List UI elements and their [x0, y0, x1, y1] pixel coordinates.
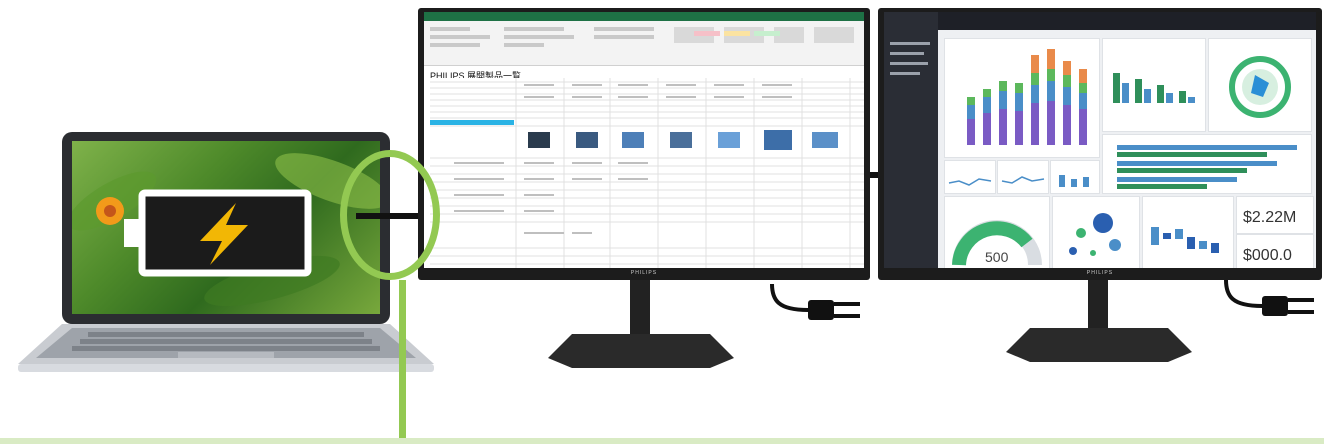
metric-value-2: $000.0: [1243, 247, 1292, 264]
stacked-bar-card: [944, 38, 1100, 158]
laptop-screen: [72, 141, 380, 314]
category-bar-chart: [1113, 73, 1195, 103]
ribbon-controls: [430, 27, 854, 47]
laptop-keyboard-base: [18, 324, 434, 372]
callout-stem: [399, 280, 406, 444]
excel-ribbon: [424, 21, 864, 66]
dashboard-window: 500 $2.22M $000.0: [884, 12, 1316, 268]
stacked-bar-chart: [967, 49, 1087, 145]
metric-card-1: $2.22M: [1236, 196, 1314, 234]
horizontal-bar-chart: [1117, 145, 1297, 189]
spreadsheet-grid: [424, 78, 864, 268]
waterfall-card: [1142, 196, 1234, 268]
radar-chart: [1229, 56, 1291, 118]
monitor-brand-right: PHILIPS: [1086, 270, 1114, 276]
excel-title-bar: [424, 12, 864, 21]
trend-card-1: [944, 160, 996, 194]
floor-highlight: [0, 438, 1324, 444]
monitor-brand-left: PHILIPS: [630, 270, 658, 276]
scatter-chart: [1069, 213, 1121, 256]
gauge-card: 500: [944, 196, 1050, 268]
dashboard-sidebar: [884, 12, 938, 268]
stand-neck-left: [630, 280, 650, 338]
excel-window: PHILIPS 展開製品一覧: [424, 12, 864, 268]
radar-card: [1208, 38, 1312, 132]
trend-card-3: [1050, 160, 1100, 194]
sidebar-nav-items: [890, 42, 930, 75]
usb-c-port-highlight-ring: [340, 150, 440, 280]
dashboard-top-bar: [938, 12, 1316, 30]
stand-base-right: [1006, 328, 1192, 362]
metric-value-1: $2.22M: [1243, 209, 1297, 226]
power-plug-icon: [1224, 279, 1314, 316]
stand-neck-right: [1088, 280, 1108, 332]
trend-card-2: [997, 160, 1049, 194]
power-plug-icon: [770, 283, 860, 320]
metric-card-2: $000.0: [1236, 234, 1314, 268]
category-bar-card: [1102, 38, 1206, 132]
horizontal-bar-card: [1102, 134, 1312, 194]
gauge-value: 500: [985, 249, 1009, 265]
battery-charging-icon: [124, 189, 312, 277]
scatter-card: [1052, 196, 1140, 268]
stand-base-left: [548, 334, 734, 368]
waterfall-chart: [1151, 227, 1219, 253]
